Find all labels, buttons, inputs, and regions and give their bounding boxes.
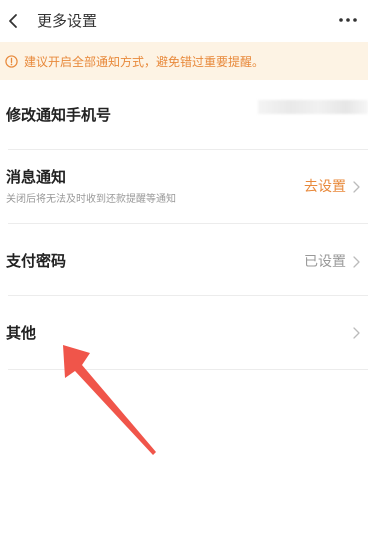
top-bar: 更多设置	[0, 0, 368, 42]
divider	[8, 369, 368, 370]
chevron-left-icon	[9, 14, 17, 28]
chevron-right-icon	[351, 326, 361, 340]
payment-password-row[interactable]: 支付密码 已设置	[0, 224, 368, 296]
message-notification-row[interactable]: 消息通知 关闭后将无法及时收到还款提醒等通知 去设置	[0, 150, 368, 224]
back-button[interactable]	[0, 6, 26, 36]
row-title: 支付密码	[6, 252, 67, 270]
change-phone-row[interactable]: 修改通知手机号	[0, 80, 368, 150]
page-title: 更多设置	[37, 12, 98, 30]
more-button[interactable]	[336, 9, 360, 31]
chevron-right-icon	[351, 180, 361, 194]
other-row[interactable]: 其他	[0, 296, 368, 370]
more-dots-icon	[339, 18, 357, 22]
row-title: 修改通知手机号	[6, 106, 112, 124]
status-value: 已设置	[304, 254, 346, 270]
info-circle-icon	[4, 54, 18, 68]
notice-text: 建议开启全部通知方式，避免错过重要提醒。	[24, 54, 265, 69]
row-title: 其他	[6, 324, 37, 342]
row-title: 消息通知	[6, 168, 67, 186]
chevron-right-icon	[351, 255, 361, 269]
go-settings-link[interactable]: 去设置	[304, 177, 346, 197]
notice-banner: 建议开启全部通知方式，避免错过重要提醒。	[0, 42, 368, 80]
masked-phone-number	[258, 100, 368, 114]
row-subtitle: 关闭后将无法及时收到还款提醒等通知	[6, 194, 176, 205]
